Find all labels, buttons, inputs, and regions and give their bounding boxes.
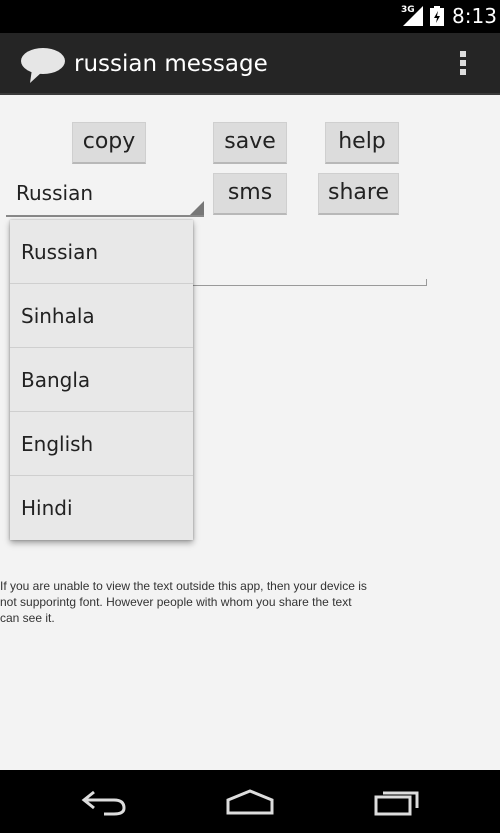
copy-button[interactable]: copy — [72, 122, 146, 164]
action-bar: russian message — [0, 33, 500, 95]
info-text: If you are unable to view the text outsi… — [0, 579, 367, 625]
speech-bubble-icon[interactable] — [18, 45, 66, 85]
clock: 8:13 — [452, 4, 497, 28]
share-button[interactable]: share — [318, 173, 399, 215]
home-icon[interactable] — [225, 788, 275, 816]
overflow-menu-icon[interactable] — [456, 49, 470, 81]
status-bar: 3G 8:13 — [0, 0, 500, 33]
battery-icon — [430, 6, 444, 26]
language-spinner-value: Russian — [16, 181, 94, 205]
dropdown-option-hindi[interactable]: Hindi — [10, 476, 193, 540]
save-button[interactable]: save — [213, 122, 287, 164]
language-spinner[interactable]: Russian — [6, 177, 204, 217]
back-icon[interactable] — [80, 788, 128, 816]
help-button[interactable]: help — [325, 122, 399, 164]
navigation-bar — [0, 770, 500, 833]
spinner-arrow-icon — [190, 201, 204, 215]
language-dropdown: Russian Sinhala Bangla English Hindi — [10, 220, 193, 540]
dropdown-option-russian[interactable]: Russian — [10, 220, 193, 284]
recents-icon[interactable] — [373, 788, 421, 816]
message-input[interactable] — [190, 279, 427, 286]
dropdown-option-sinhala[interactable]: Sinhala — [10, 284, 193, 348]
app-title: russian message — [74, 51, 268, 77]
signal-icon — [403, 6, 423, 26]
dropdown-option-english[interactable]: English — [10, 412, 193, 476]
sms-button[interactable]: sms — [213, 173, 287, 215]
dropdown-option-bangla[interactable]: Bangla — [10, 348, 193, 412]
